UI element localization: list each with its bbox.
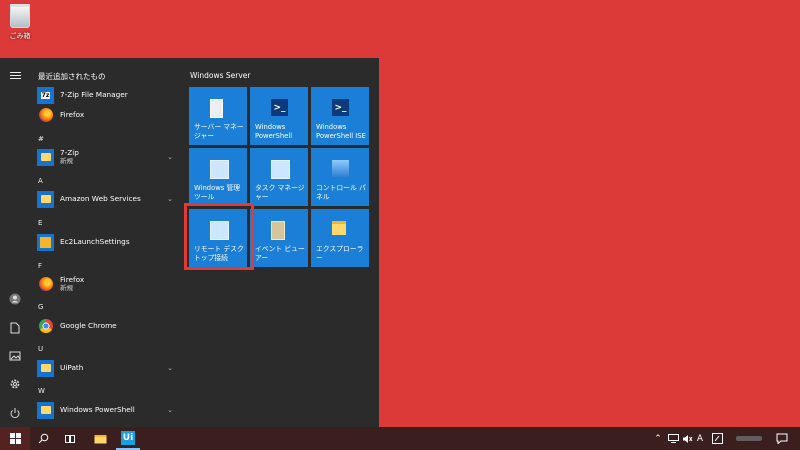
clock-redacted bbox=[736, 436, 762, 441]
admin-tools-icon bbox=[210, 160, 229, 179]
powershell-ise-icon: >_ bbox=[332, 99, 349, 116]
hamburger-menu-icon[interactable] bbox=[8, 68, 22, 82]
recycle-bin-label: ごみ箱 bbox=[9, 32, 31, 40]
firefox-icon bbox=[37, 107, 54, 124]
letter-header-a[interactable]: A bbox=[38, 177, 43, 185]
action-center-icon[interactable] bbox=[772, 427, 792, 450]
tile-label: イベント ビューアー bbox=[255, 245, 305, 263]
chevron-down-icon: ⌄ bbox=[167, 195, 173, 203]
documents-icon[interactable] bbox=[8, 321, 22, 335]
tile-group-title: Windows Server bbox=[190, 71, 251, 80]
recently-added-heading: 最近追加されたもの bbox=[38, 72, 106, 81]
tile-label: サーバー マネージャー bbox=[194, 123, 244, 141]
letter-header-f[interactable]: F bbox=[38, 262, 42, 270]
chevron-down-icon: ⌄ bbox=[167, 406, 173, 414]
chrome-icon bbox=[37, 318, 54, 335]
app-7zip-folder[interactable]: 7-Zip 新規 ⌄ bbox=[37, 147, 177, 167]
tile-label: Windows 管理ツール bbox=[194, 184, 241, 202]
app-list: 最近追加されたもの 7z 7-Zip File Manager Firefox … bbox=[30, 58, 180, 427]
letter-header-g[interactable]: G bbox=[38, 303, 43, 311]
ime-pad-icon[interactable] bbox=[710, 427, 724, 450]
folder-icon bbox=[37, 401, 54, 419]
tile-windows-powershell-ise[interactable]: >_ Windows PowerShell ISE bbox=[311, 87, 369, 145]
uipath-logo-icon: Ui bbox=[121, 430, 135, 445]
app-amazon-web-services[interactable]: Amazon Web Services ⌄ bbox=[37, 189, 177, 209]
new-badge: 新規 bbox=[60, 284, 73, 293]
tile-label: コントロール パネル bbox=[316, 184, 366, 202]
clock-area[interactable] bbox=[732, 427, 766, 450]
app-uipath[interactable]: UiPath ⌄ bbox=[37, 358, 177, 378]
app-label: Ec2LaunchSettings bbox=[60, 237, 130, 247]
tile-event-viewer[interactable]: イベント ビューアー bbox=[250, 209, 308, 267]
file-explorer-icon[interactable] bbox=[88, 427, 112, 450]
app-label: 7-Zip File Manager bbox=[60, 90, 128, 100]
settings-gear-icon[interactable] bbox=[8, 377, 22, 391]
power-icon[interactable] bbox=[8, 406, 22, 420]
app-ec2launchsettings[interactable]: Ec2LaunchSettings bbox=[37, 232, 177, 252]
task-manager-icon bbox=[271, 160, 290, 179]
app-label: Amazon Web Services bbox=[60, 194, 141, 204]
user-account-icon[interactable] bbox=[8, 292, 22, 306]
folder-icon bbox=[37, 359, 54, 377]
tile-windows-powershell[interactable]: >_ Windows PowerShell bbox=[250, 87, 308, 145]
letter-header-e[interactable]: E bbox=[38, 219, 42, 227]
app-firefox[interactable]: Firefox 新規 bbox=[37, 274, 177, 294]
pictures-icon[interactable] bbox=[8, 349, 22, 363]
app-label: Google Chrome bbox=[60, 321, 117, 331]
windows-logo-icon bbox=[9, 433, 21, 444]
folder-icon bbox=[37, 148, 54, 166]
powershell-icon: >_ bbox=[271, 99, 288, 116]
firefox-icon bbox=[37, 276, 54, 293]
app-label: UiPath bbox=[60, 363, 84, 373]
tile-label: Windows PowerShell ISE bbox=[316, 123, 366, 141]
control-panel-icon bbox=[332, 160, 349, 177]
chevron-down-icon: ⌄ bbox=[167, 153, 173, 161]
tile-label: エクスプローラー bbox=[316, 245, 364, 263]
new-badge: 新規 bbox=[60, 157, 73, 166]
letter-header-u[interactable]: U bbox=[38, 345, 43, 353]
taskbar: Ui ⌃ A bbox=[0, 427, 800, 450]
folder-icon bbox=[37, 190, 54, 208]
network-icon[interactable] bbox=[666, 427, 680, 450]
volume-icon[interactable] bbox=[680, 427, 694, 450]
app-label: Firefox bbox=[60, 110, 85, 120]
ec2-icon bbox=[37, 233, 54, 251]
highlight-box bbox=[184, 203, 254, 270]
tile-control-panel[interactable]: コントロール パネル bbox=[311, 148, 369, 206]
app-7zip-file-manager[interactable]: 7z 7-Zip File Manager bbox=[37, 85, 177, 105]
app-label: Windows PowerShell bbox=[60, 405, 135, 415]
letter-header-w[interactable]: W bbox=[38, 387, 45, 395]
app-firefox-recent[interactable]: Firefox bbox=[37, 105, 177, 125]
chevron-down-icon: ⌄ bbox=[167, 364, 173, 372]
tile-explorer[interactable]: エクスプローラー bbox=[311, 209, 369, 267]
tile-task-manager[interactable]: タスク マネージャー bbox=[250, 148, 308, 206]
chevron-up-icon[interactable]: ⌃ bbox=[652, 427, 664, 450]
event-viewer-icon bbox=[271, 221, 285, 240]
ime-mode-indicator[interactable]: A bbox=[694, 427, 706, 450]
start-rail bbox=[0, 58, 30, 427]
uipath-taskbar-icon[interactable]: Ui bbox=[116, 427, 140, 450]
tile-label: Windows PowerShell bbox=[255, 123, 293, 141]
app-windows-powershell[interactable]: Windows PowerShell ⌄ bbox=[37, 400, 177, 420]
app-google-chrome[interactable]: Google Chrome bbox=[37, 316, 177, 336]
explorer-icon bbox=[332, 221, 346, 235]
7zip-icon: 7z bbox=[37, 86, 54, 104]
start-button[interactable] bbox=[0, 427, 30, 450]
tile-label: タスク マネージャー bbox=[255, 184, 305, 202]
tile-server-manager[interactable]: サーバー マネージャー bbox=[189, 87, 247, 145]
recycle-bin-icon bbox=[10, 4, 30, 28]
recycle-bin[interactable]: ごみ箱 bbox=[4, 4, 36, 41]
letter-header-hash[interactable]: # bbox=[38, 135, 44, 143]
server-manager-icon bbox=[210, 99, 223, 118]
search-icon[interactable] bbox=[32, 427, 54, 450]
task-view-icon[interactable] bbox=[58, 427, 82, 450]
tile-admin-tools[interactable]: Windows 管理ツール bbox=[189, 148, 247, 206]
